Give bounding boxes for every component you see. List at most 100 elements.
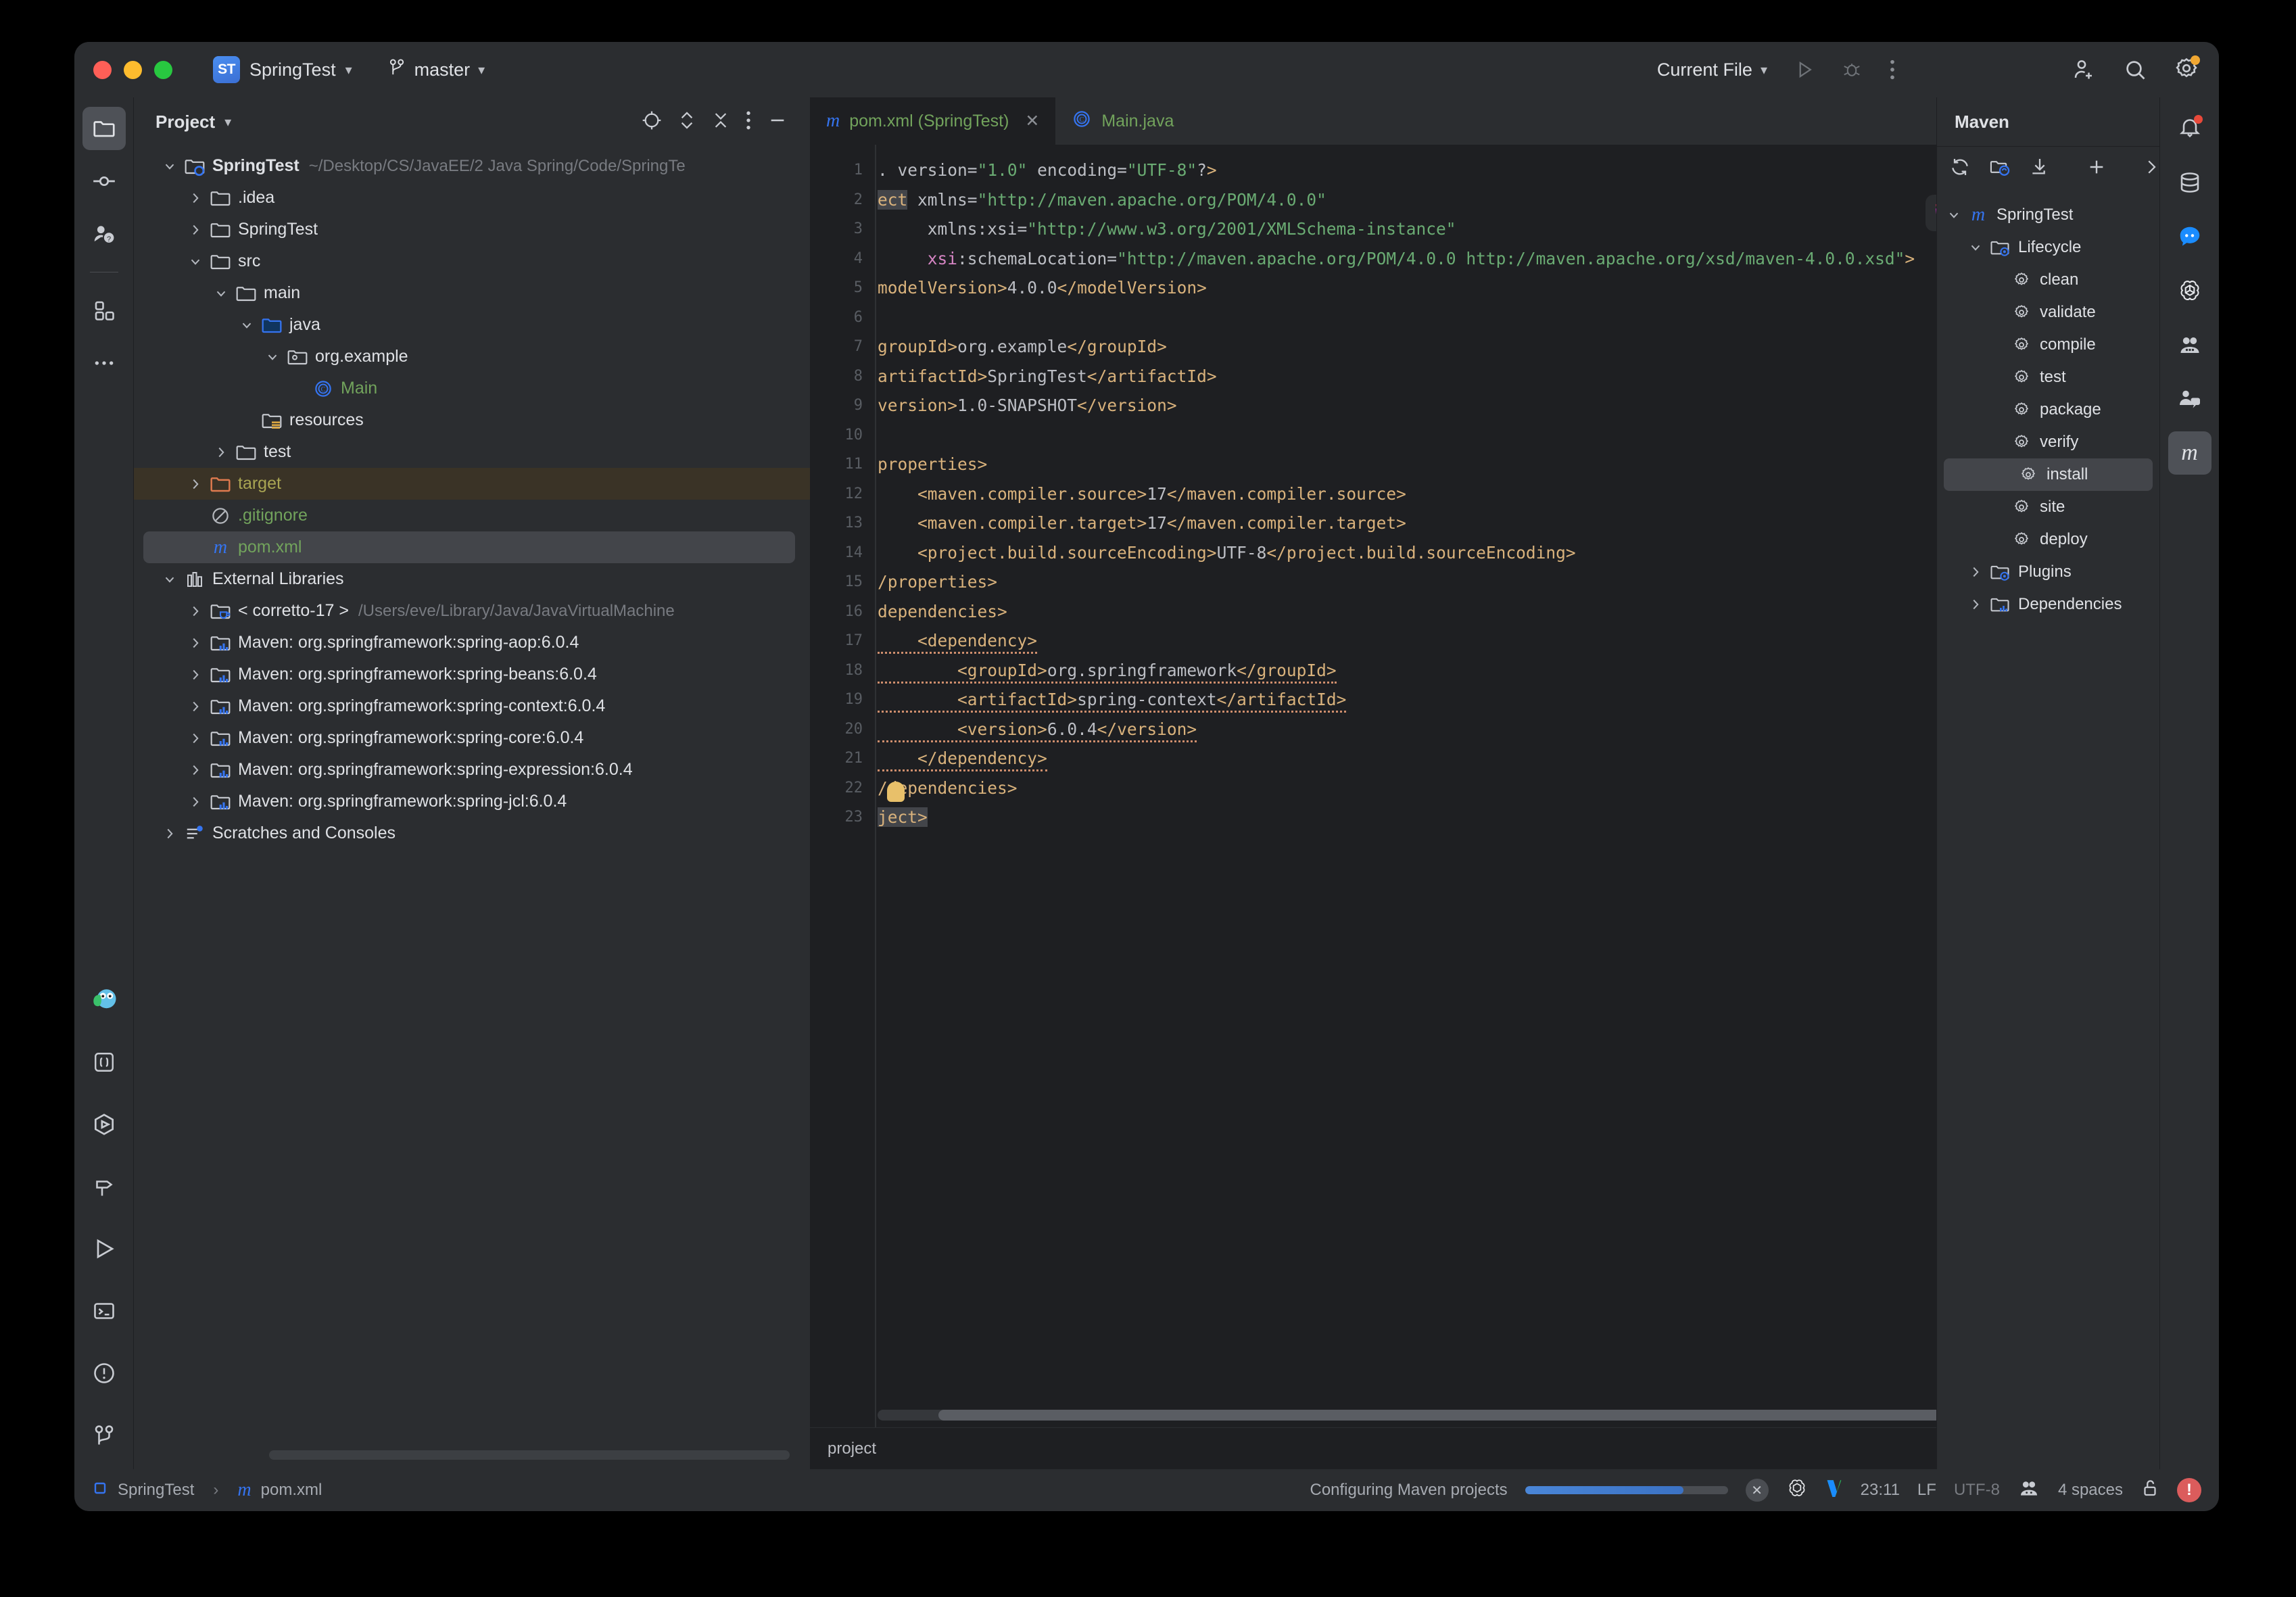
tree-expand-arrow-icon[interactable]: [184, 763, 207, 778]
run-configuration-selector[interactable]: Current File ▾: [1644, 42, 1781, 97]
chevron-down-icon[interactable]: ▾: [224, 114, 231, 130]
close-tab-icon[interactable]: ✕: [1025, 111, 1039, 131]
tree-expand-arrow-icon[interactable]: [1964, 597, 1987, 612]
project-tree-row[interactable]: Maven: org.springframework:spring-expres…: [134, 754, 810, 786]
project-tree-row[interactable]: C Main: [134, 373, 810, 404]
cancel-task-icon[interactable]: ✕: [1745, 1479, 1769, 1502]
more-tool-windows-button[interactable]: [82, 341, 126, 385]
maven-tree-row[interactable]: test: [1937, 361, 2159, 394]
code-line[interactable]: groupId>org.example</groupId>: [878, 332, 2112, 362]
error-status-icon[interactable]: !: [2177, 1478, 2201, 1502]
maven-tree[interactable]: m SpringTest Lifecycle clean validate compile…: [1937, 191, 2159, 621]
code-line[interactable]: [878, 303, 2112, 333]
code-line[interactable]: <project.build.sourceEncoding>UTF-8</pro…: [878, 538, 2112, 568]
debug-button[interactable]: [1828, 42, 1875, 97]
run-anything-tool-window-button[interactable]: [82, 1103, 126, 1146]
maven-tree-row[interactable]: compile: [1937, 329, 2159, 361]
more-actions-button[interactable]: [1875, 42, 1909, 97]
commit-tool-window-button[interactable]: [82, 160, 126, 203]
code-line[interactable]: properties>: [878, 450, 2112, 479]
project-tree-row[interactable]: test: [134, 436, 810, 468]
tree-expand-arrow-icon[interactable]: [158, 826, 181, 841]
editor-tab[interactable]: C Main.java: [1055, 97, 1190, 145]
intention-bulb-icon[interactable]: [887, 782, 905, 802]
code-line[interactable]: <artifactId>spring-context</artifactId>: [878, 685, 2112, 715]
code-line[interactable]: <maven.compiler.source>17</maven.compile…: [878, 479, 2112, 509]
code-line[interactable]: modelVersion>4.0.0</modelVersion>: [878, 273, 2112, 303]
reload-icon[interactable]: [1949, 156, 1971, 181]
tree-expand-arrow-icon[interactable]: [158, 572, 181, 587]
code-line[interactable]: /dependencies>: [878, 773, 2112, 803]
code-line[interactable]: version>1.0-SNAPSHOT</version>: [878, 391, 2112, 421]
code-line[interactable]: <version>6.0.4</version>: [878, 715, 2112, 744]
project-tree-row[interactable]: External Libraries: [134, 563, 810, 595]
maven-tree-row[interactable]: verify: [1937, 426, 2159, 458]
project-horizontal-scrollbar[interactable]: [269, 1450, 790, 1460]
tree-expand-arrow-icon[interactable]: [184, 477, 207, 492]
maven-tree-row[interactable]: m SpringTest: [1937, 199, 2159, 231]
tree-expand-arrow-icon[interactable]: [210, 445, 233, 460]
problems-tool-window-button[interactable]: [82, 1352, 126, 1395]
download-sources-icon[interactable]: [2029, 156, 2051, 181]
code-line[interactable]: <maven.compiler.target>17</maven.compile…: [878, 508, 2112, 538]
add-collaborator-button[interactable]: [2058, 42, 2109, 97]
tree-expand-arrow-icon[interactable]: [1964, 240, 1987, 255]
project-tree-row[interactable]: Maven: org.springframework:spring-beans:…: [134, 659, 810, 690]
openai-tool-window-button[interactable]: [2168, 269, 2211, 312]
git-tool-window-button[interactable]: [82, 1414, 126, 1457]
project-tree-row[interactable]: Maven: org.springframework:spring-core:6…: [134, 722, 810, 754]
database-tool-window-button[interactable]: [2168, 161, 2211, 204]
tree-expand-arrow-icon[interactable]: [184, 191, 207, 206]
indent-setting[interactable]: 4 spaces: [2058, 1481, 2123, 1500]
project-tree-row[interactable]: org.example: [134, 341, 810, 373]
tree-expand-arrow-icon[interactable]: [184, 254, 207, 269]
plugin-status-icon[interactable]: [2017, 1477, 2040, 1504]
tree-expand-arrow-icon[interactable]: [1964, 565, 1987, 579]
maven-tree-row[interactable]: site: [1937, 491, 2159, 523]
code-line[interactable]: artifactId>SpringTest</artifactId>: [878, 362, 2112, 391]
pair-programming-tool-window-button[interactable]: [2168, 323, 2211, 366]
code-line[interactable]: xsi:schemaLocation="http://maven.apache.…: [878, 244, 2112, 274]
project-tree-row[interactable]: Maven: org.springframework:spring-jcl:6.…: [134, 786, 810, 817]
notifications-tool-window-button[interactable]: [2168, 107, 2211, 150]
run-tool-window-button[interactable]: [82, 1227, 126, 1270]
line-separator[interactable]: LF: [1917, 1481, 1936, 1500]
project-tree-row[interactable]: Maven: org.springframework:spring-aop:6.…: [134, 627, 810, 659]
tree-expand-arrow-icon[interactable]: [158, 159, 181, 174]
maven-tree-row[interactable]: Dependencies: [1937, 588, 2159, 621]
project-tree-row[interactable]: .gitignore: [134, 500, 810, 531]
code-line[interactable]: dependencies>: [878, 597, 2112, 627]
file-encoding[interactable]: UTF-8: [1954, 1481, 2000, 1500]
maven-tree-row[interactable]: deploy: [1937, 523, 2159, 556]
project-tree[interactable]: SpringTest ~/Desktop/CS/JavaEE/2 Java Spr…: [134, 146, 810, 1469]
json-tool-window-button[interactable]: [82, 1041, 126, 1084]
project-tree-row[interactable]: resources: [134, 404, 810, 436]
vim-status-icon[interactable]: [1825, 1477, 1843, 1504]
search-everywhere-button[interactable]: [2109, 42, 2161, 97]
project-selector[interactable]: ST SpringTest ▾: [213, 56, 352, 83]
caret-position[interactable]: 23:11: [1861, 1481, 1900, 1500]
maven-tree-row[interactable]: clean: [1937, 264, 2159, 296]
select-opened-file-icon[interactable]: [641, 110, 663, 135]
go-plugin-tool-window-button[interactable]: [82, 978, 126, 1022]
tree-expand-arrow-icon[interactable]: [184, 794, 207, 809]
project-tree-row[interactable]: java: [134, 309, 810, 341]
maven-tree-row[interactable]: package: [1937, 394, 2159, 426]
maven-tree-row[interactable]: install: [1944, 458, 2153, 491]
code-line[interactable]: ject>: [878, 803, 2112, 832]
tree-expand-arrow-icon[interactable]: [210, 286, 233, 301]
pull-requests-tool-window-button[interactable]: ?: [82, 212, 126, 256]
tree-expand-arrow-icon[interactable]: [184, 731, 207, 746]
tree-expand-arrow-icon[interactable]: [184, 667, 207, 682]
unlock-icon[interactable]: [2140, 1478, 2159, 1503]
code-line[interactable]: . version="1.0" encoding="UTF-8"?>: [878, 156, 2112, 185]
code-line[interactable]: [878, 421, 2112, 450]
project-options-icon[interactable]: [745, 110, 752, 135]
build-tool-window-button[interactable]: [82, 1165, 126, 1208]
minimize-window-button[interactable]: [124, 60, 142, 79]
tree-expand-arrow-icon[interactable]: [1942, 208, 1965, 222]
project-tree-row[interactable]: Scratches and Consoles: [134, 817, 810, 849]
project-tree-row[interactable]: < corretto-17 > /Users/eve/Library/Java/J…: [134, 595, 810, 627]
settings-button[interactable]: [2161, 42, 2219, 97]
project-tree-row[interactable]: Maven: org.springframework:spring-contex…: [134, 690, 810, 722]
